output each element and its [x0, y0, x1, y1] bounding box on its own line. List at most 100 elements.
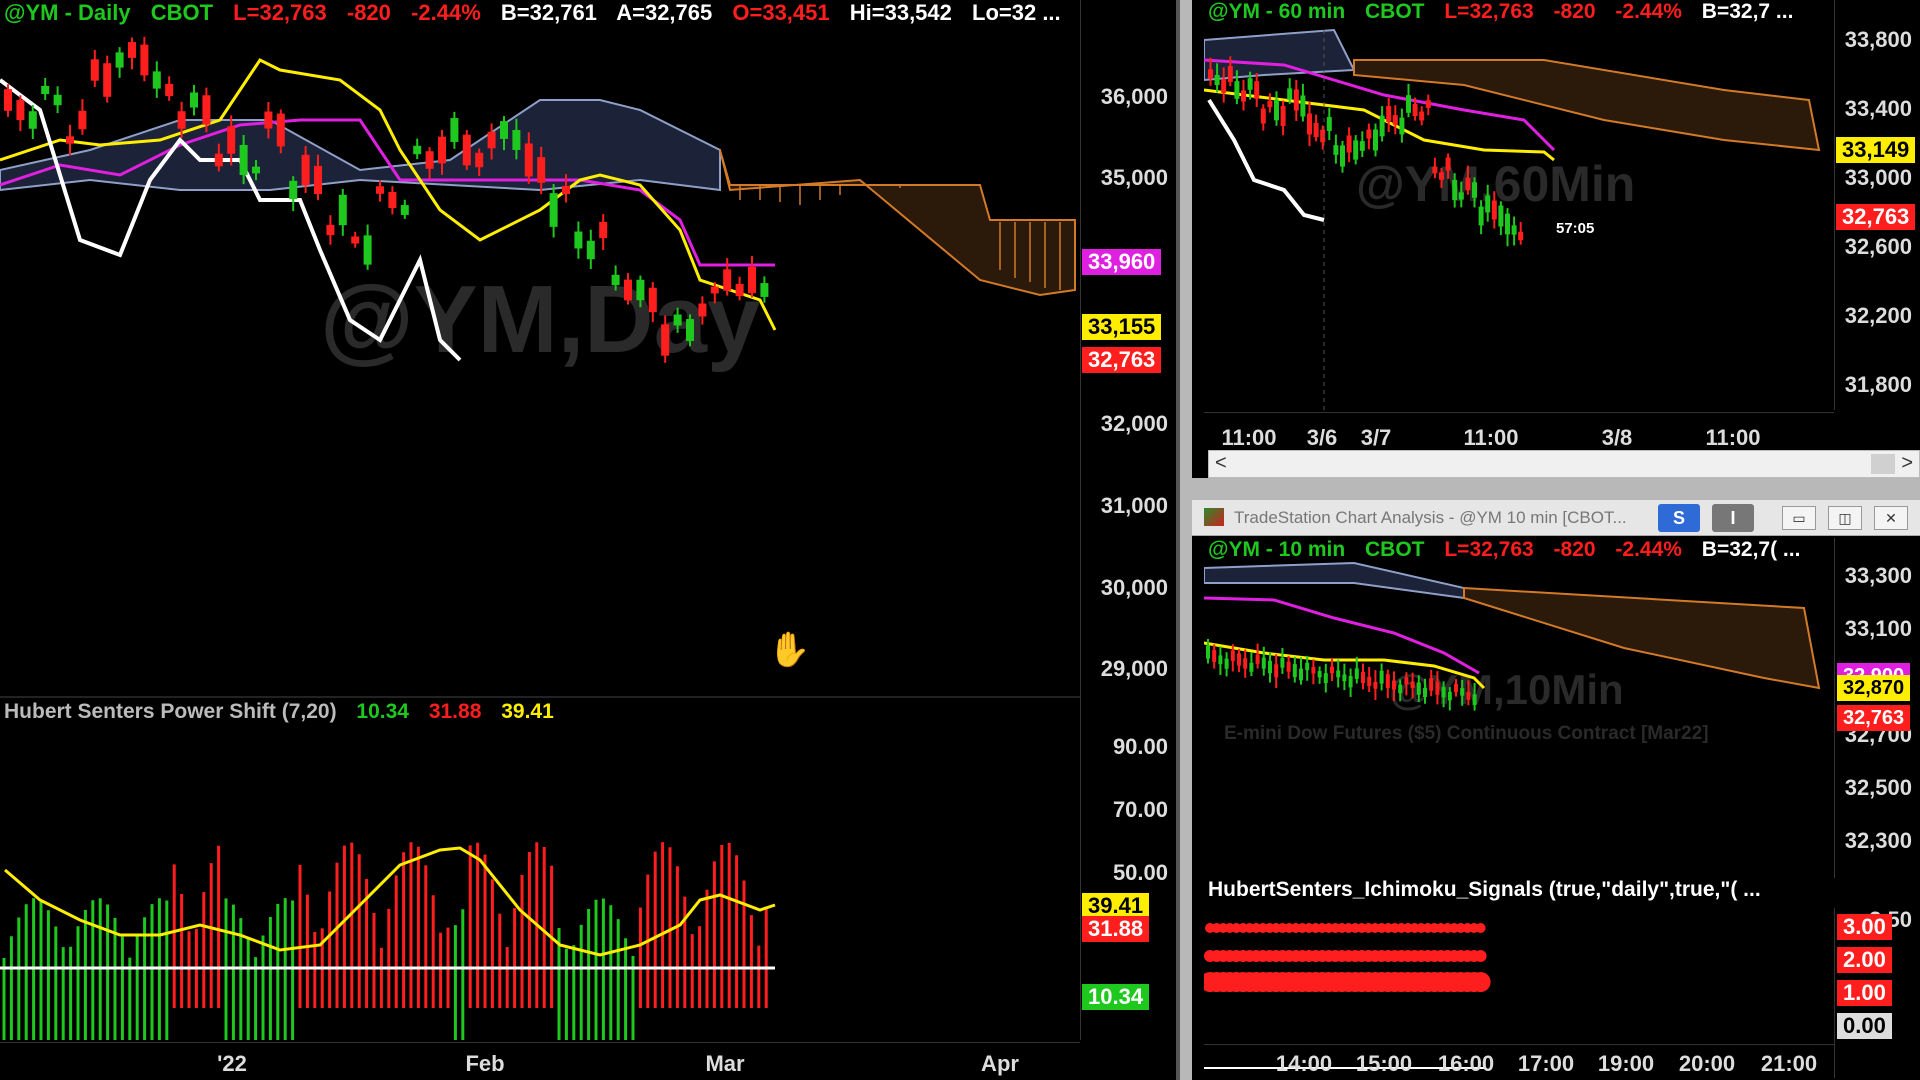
tenkan-line	[0, 58, 777, 331]
ichimoku-cloud-bear	[1463, 586, 1821, 690]
candle-body	[537, 157, 546, 183]
chikou-line	[1207, 98, 1325, 222]
candle-body	[462, 134, 471, 166]
candle-body	[636, 279, 645, 301]
x-label: 11:00	[1463, 425, 1519, 450]
minimize-button[interactable]: ▭	[1782, 506, 1816, 530]
candle-body	[1268, 660, 1272, 674]
x-label: 19:00	[1597, 1051, 1655, 1076]
window-divider-vertical[interactable]	[1176, 0, 1192, 1080]
symbol-link-button[interactable]: S	[1658, 504, 1700, 532]
candle-body	[710, 286, 719, 294]
candle-body	[1274, 99, 1279, 121]
candle-body	[1366, 129, 1372, 139]
daily-chart-pane[interactable]: @YM - Daily CBOT L=32,763 -820 -2.44% B=…	[0, 0, 1176, 1080]
chart-window-titlebar[interactable]: TradeStation Chart Analysis - @YM 10 min…	[1192, 500, 1920, 536]
pane-separator[interactable]	[0, 696, 1080, 698]
tenmin-price-plot[interactable]	[1204, 538, 1834, 878]
maximize-button[interactable]: ◫	[1828, 506, 1862, 530]
interval-link-button[interactable]: I	[1712, 504, 1754, 532]
candle-body	[1311, 667, 1316, 674]
candle-body	[1441, 687, 1446, 698]
candle-body	[673, 314, 682, 326]
candle-body	[1333, 145, 1339, 155]
candle-body	[549, 193, 558, 227]
candle-body	[574, 231, 583, 249]
candle-body	[1485, 195, 1491, 213]
candle-body	[413, 145, 422, 155]
candle-body	[1206, 645, 1210, 659]
candle-body	[1340, 145, 1345, 167]
candle-body	[1218, 655, 1223, 665]
candle-body	[1300, 95, 1306, 117]
candle-body	[140, 44, 149, 76]
candle-body	[165, 83, 174, 97]
candle-body	[1439, 172, 1444, 180]
candle-body	[252, 166, 260, 174]
tenmin-chart-pane[interactable]: @YM - 10 min CBOT L=32,763 -820 -2.44% B…	[1204, 538, 1920, 1080]
candle-body	[1373, 129, 1378, 151]
candle-body	[1241, 90, 1246, 102]
x-label-feb: Feb	[465, 1051, 505, 1076]
candle-body	[1353, 140, 1359, 160]
candle-body	[661, 324, 670, 356]
hourly-chart-pane[interactable]: @YM - 60 min CBOT L=32,763 -820 -2.44% B…	[1204, 0, 1920, 450]
yellow-price-tag: 33,155	[1082, 314, 1162, 340]
chart-app-icon	[1204, 508, 1224, 526]
candle-body	[1399, 117, 1405, 135]
candle-body	[1234, 81, 1240, 99]
candle-body	[1260, 108, 1266, 124]
signal-dot	[1475, 923, 1486, 933]
candle-body	[1293, 89, 1299, 111]
daily-time-axis[interactable]: '22 Feb Mar Apr	[0, 1042, 1080, 1080]
x-label: 20:00	[1678, 1051, 1736, 1076]
candle-body	[1472, 694, 1477, 706]
candle-body	[1305, 662, 1310, 671]
candle-body	[1452, 179, 1458, 201]
close-button[interactable]: ✕	[1874, 506, 1908, 530]
window-divider-horizontal[interactable]	[1192, 478, 1920, 500]
candle-body	[152, 71, 161, 89]
candle-body	[1221, 79, 1227, 93]
red-price-tag: 32,763	[1836, 204, 1916, 230]
ichimoku-signals-header: HubertSenters_Ichimoku_Signals (true,"da…	[1208, 878, 1775, 902]
tenmin-time-axis[interactable]: 14:00 15:00 16:00 17:00 19:00 20:00 21:0…	[1204, 1044, 1834, 1080]
candle-body	[338, 194, 347, 226]
candle-body	[760, 283, 769, 297]
candle-body	[1367, 676, 1372, 686]
candle-body	[1458, 192, 1464, 200]
candle-body	[1292, 664, 1297, 678]
hourly-time-axis[interactable]: 11:00 3/6 3/7 11:00 3/8 11:00	[1204, 412, 1834, 450]
candle-body	[1373, 681, 1378, 689]
candle-body	[4, 89, 12, 111]
power-shift-plot[interactable]	[0, 700, 1080, 1040]
candle-body	[1445, 157, 1451, 171]
tick-32200: 32,200	[1844, 303, 1912, 328]
candle-body	[90, 59, 99, 81]
ichimoku-cloud-bull	[1204, 561, 1465, 600]
tick-33300: 33,300	[1844, 563, 1912, 588]
candle-body	[363, 235, 372, 265]
daily-price-plot[interactable]	[0, 0, 1080, 700]
candle-body	[1429, 678, 1434, 691]
candle-body	[376, 186, 384, 194]
scroll-thumb[interactable]	[1871, 454, 1895, 474]
hourly-price-plot[interactable]	[1204, 0, 1834, 410]
hourly-scrollbar[interactable]: < >	[1208, 450, 1920, 478]
tick-29000: 29,000	[1100, 656, 1168, 681]
scroll-right-button[interactable]: >	[1901, 452, 1913, 475]
candle-body	[1410, 681, 1415, 688]
bar-countdown: 57:05	[1556, 220, 1595, 237]
candle-body	[611, 274, 620, 286]
x-label: 15:00	[1355, 1051, 1413, 1076]
candle-body	[53, 94, 62, 106]
candle-body	[1460, 688, 1465, 696]
scroll-left-button[interactable]: <	[1215, 452, 1227, 475]
candle-body	[314, 165, 322, 195]
candle-body	[1398, 684, 1403, 694]
candle-body	[1280, 657, 1285, 668]
candle-body	[1491, 200, 1497, 220]
indicator-red-tag: 31.88	[1082, 916, 1150, 942]
candle-body	[1359, 141, 1365, 151]
x-label: 11:00	[1221, 425, 1277, 450]
